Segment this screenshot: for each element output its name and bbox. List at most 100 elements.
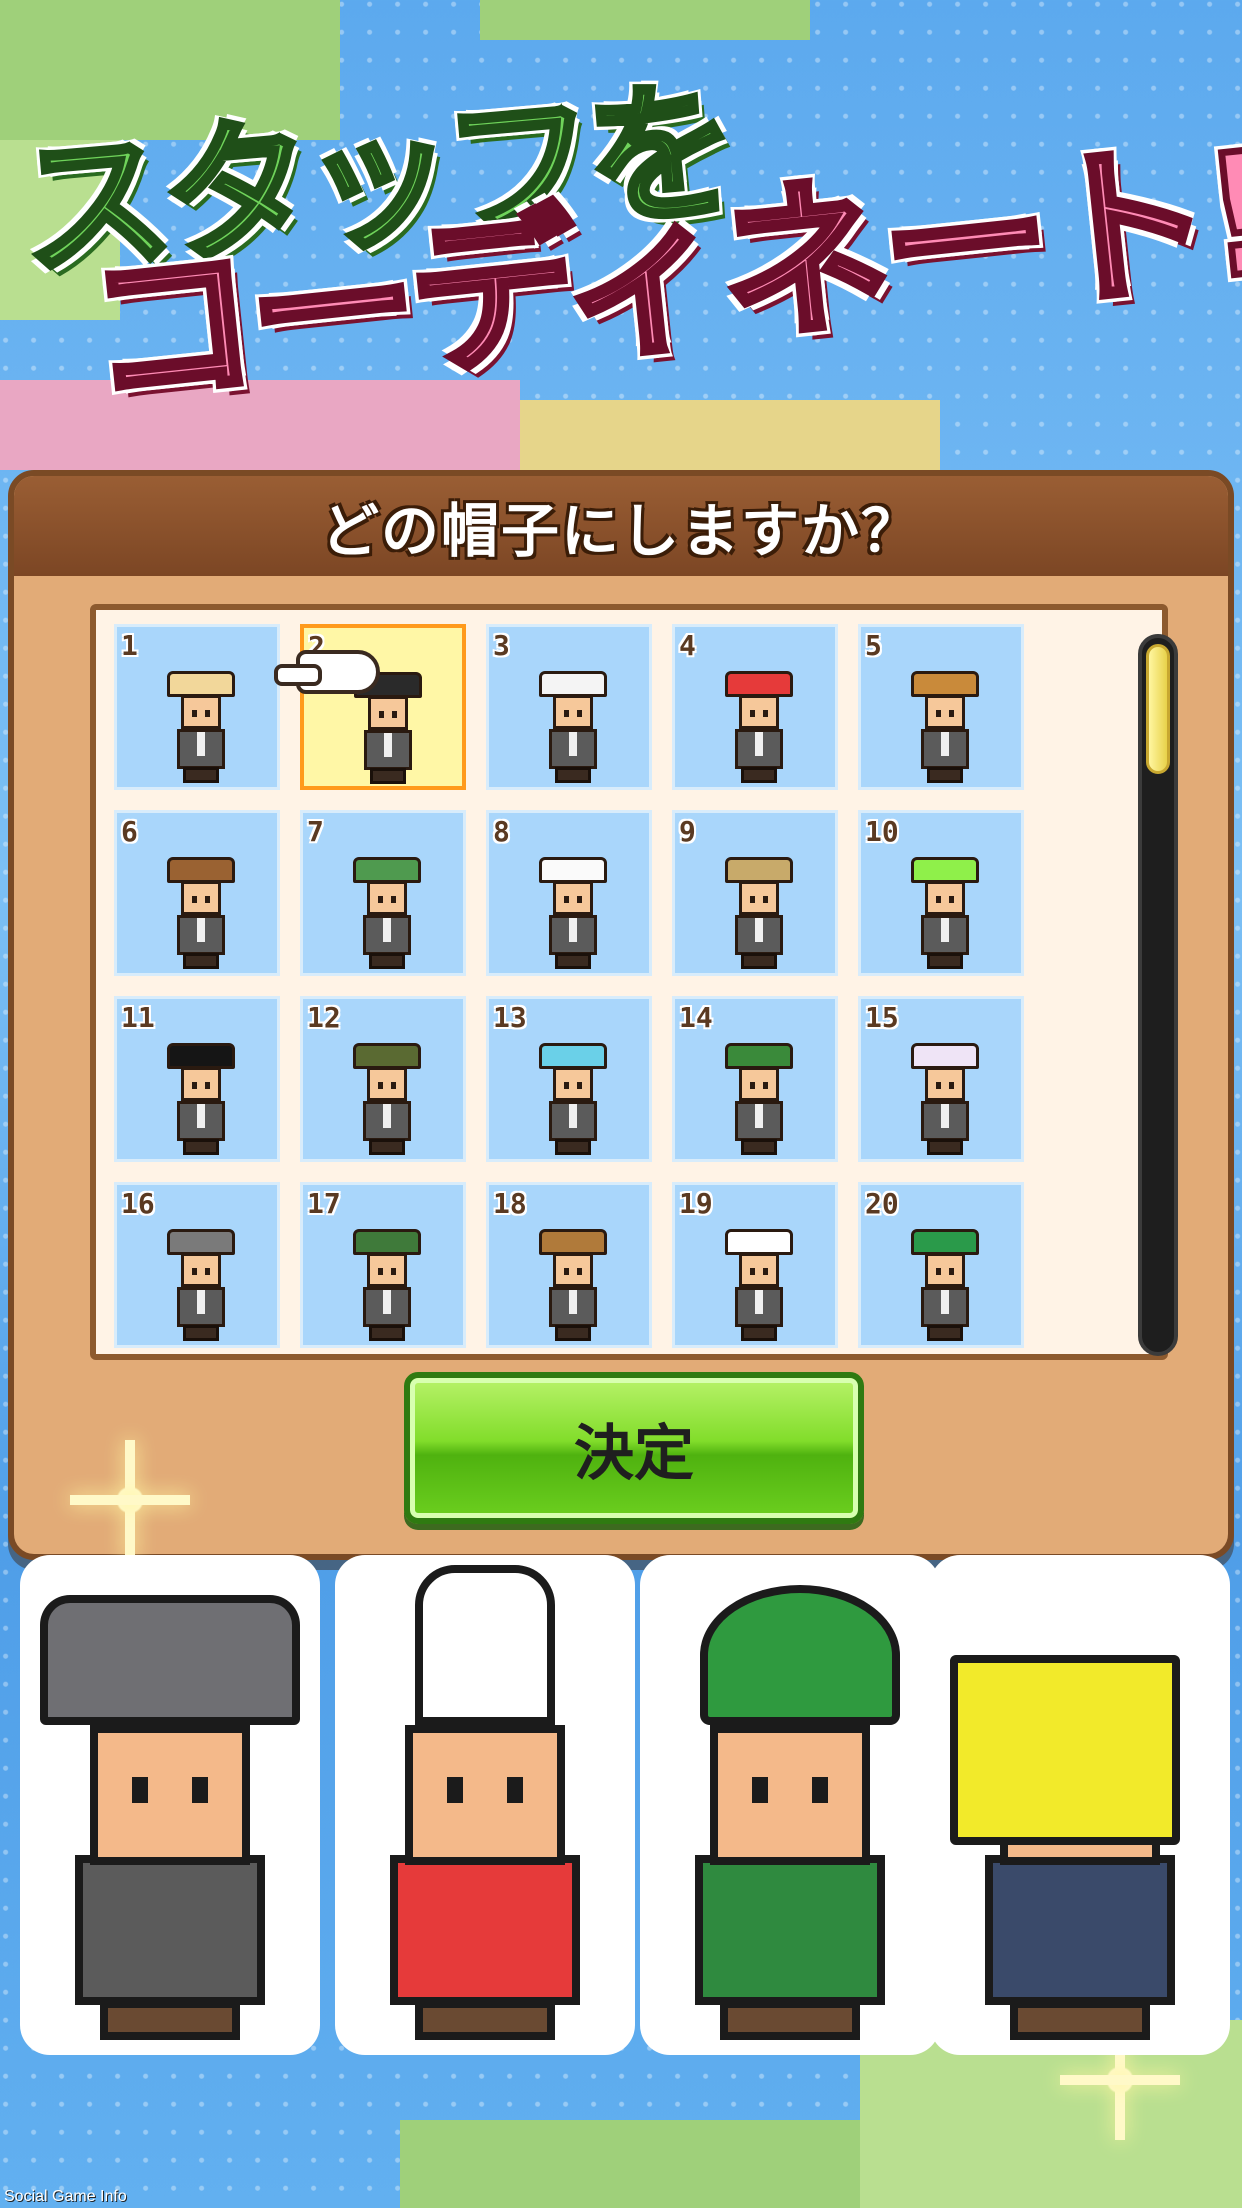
character-face: [553, 1067, 593, 1101]
pointing-hand-icon: [274, 650, 380, 694]
character-body: [364, 730, 412, 770]
hat-option[interactable]: 6: [114, 810, 280, 976]
character-legs: [927, 1139, 963, 1155]
staff-character: [721, 853, 797, 971]
character-legs: [741, 1139, 777, 1155]
character-legs: [183, 953, 219, 969]
staff-character: [349, 1225, 425, 1343]
hat-option[interactable]: 20: [858, 1182, 1024, 1348]
hat-option[interactable]: 17: [300, 1182, 466, 1348]
character-face: [553, 695, 593, 729]
scrollbar-thumb[interactable]: [1146, 644, 1170, 774]
staff-character: [163, 1225, 239, 1343]
character-body: [735, 729, 783, 769]
character-body: [735, 1101, 783, 1141]
character-legs: [183, 767, 219, 783]
character-face: [181, 1067, 221, 1101]
hat-option[interactable]: 13: [486, 996, 652, 1162]
character-body: [75, 1855, 265, 2005]
character-body: [363, 1287, 411, 1327]
staff-character: [907, 1039, 983, 1157]
character-legs: [1010, 2000, 1150, 2040]
newsboy-cap-icon: [167, 857, 235, 883]
hat-grid-frame: 1 2 3 4 5 6 7 8 9 10 11 12 13 14 15 16 17 18 19 20: [90, 604, 1178, 1360]
hat-option[interactable]: 1: [114, 624, 280, 790]
character-face: [925, 881, 965, 915]
hat-option-number: 1: [121, 629, 138, 662]
hat-option-number: 8: [493, 815, 510, 848]
character-legs: [555, 953, 591, 969]
hat-grid: 1 2 3 4 5 6 7 8 9 10 11 12 13 14 15 16 17 18 19 20: [114, 624, 1024, 1348]
staff-character: [535, 1225, 611, 1343]
character-body: [177, 1287, 225, 1327]
character-legs: [555, 1139, 591, 1155]
hat-option[interactable]: 10: [858, 810, 1024, 976]
character-body: [549, 915, 597, 955]
hat-option[interactable]: 19: [672, 1182, 838, 1348]
hat-option[interactable]: 15: [858, 996, 1024, 1162]
visor-icon: [911, 857, 979, 883]
hat-option[interactable]: 5: [858, 624, 1024, 790]
staff-character: [163, 667, 239, 785]
character-legs: [741, 953, 777, 969]
fedora-icon: [911, 671, 979, 697]
character-face: [710, 1725, 870, 1865]
staff-character: [535, 853, 611, 971]
hat-option[interactable]: 16: [114, 1182, 280, 1348]
character-body: [735, 1287, 783, 1327]
character-face: [90, 1725, 250, 1865]
beanie-icon: [353, 1043, 421, 1069]
hat-option[interactable]: 7: [300, 810, 466, 976]
hat-option-number: 16: [121, 1187, 155, 1220]
character-face: [739, 695, 779, 729]
hat-option[interactable]: 2: [300, 624, 466, 790]
staff-character: [907, 853, 983, 971]
hat-option[interactable]: 11: [114, 996, 280, 1162]
top-hat-icon: [167, 1043, 235, 1069]
character-legs: [741, 767, 777, 783]
hat-option-number: 11: [121, 1001, 155, 1034]
hat-option-number: 4: [679, 629, 696, 662]
scrollbar[interactable]: [1138, 634, 1178, 1356]
character-body: [177, 729, 225, 769]
showcase-character: [20, 1555, 320, 2055]
staff-character: [535, 1039, 611, 1157]
paper-bag-mask-icon: [950, 1655, 1180, 1845]
staff-character: [907, 667, 983, 785]
chef-hat-icon: [539, 857, 607, 883]
character-legs: [720, 2000, 860, 2040]
character-body: [549, 1101, 597, 1141]
character-face: [739, 881, 779, 915]
confirm-button[interactable]: 決定: [404, 1372, 864, 1524]
character-body: [735, 915, 783, 955]
character-face: [368, 696, 408, 730]
character-face: [925, 1253, 965, 1287]
hat-option[interactable]: 12: [300, 996, 466, 1162]
bunny-ears-icon: [725, 671, 793, 697]
lace-bonnet-icon: [911, 1043, 979, 1069]
hat-option-number: 10: [865, 815, 899, 848]
character-face: [925, 695, 965, 729]
hat-option[interactable]: 9: [672, 810, 838, 976]
staff-character: [907, 1225, 983, 1343]
hat-option[interactable]: 3: [486, 624, 652, 790]
staff-character: [163, 1039, 239, 1157]
showcase-character: [930, 1555, 1230, 2055]
hat-option[interactable]: 14: [672, 996, 838, 1162]
character-face: [367, 1067, 407, 1101]
hat-option[interactable]: 4: [672, 624, 838, 790]
hat-option-number: 7: [307, 815, 324, 848]
character-legs: [369, 1325, 405, 1341]
character-face: [553, 881, 593, 915]
dialog-header: どの帽子にしますか？: [14, 476, 1228, 576]
character-legs: [183, 1139, 219, 1155]
dialog-title: どの帽子にしますか？: [320, 497, 921, 565]
hat-option[interactable]: 18: [486, 1182, 652, 1348]
character-body: [549, 1287, 597, 1327]
hat-option[interactable]: 8: [486, 810, 652, 976]
maid-headband-icon: [725, 1229, 793, 1255]
character-face: [367, 1253, 407, 1287]
character-legs: [370, 768, 406, 784]
hat-option-number: 19: [679, 1187, 713, 1220]
character-body: [390, 1855, 580, 2005]
